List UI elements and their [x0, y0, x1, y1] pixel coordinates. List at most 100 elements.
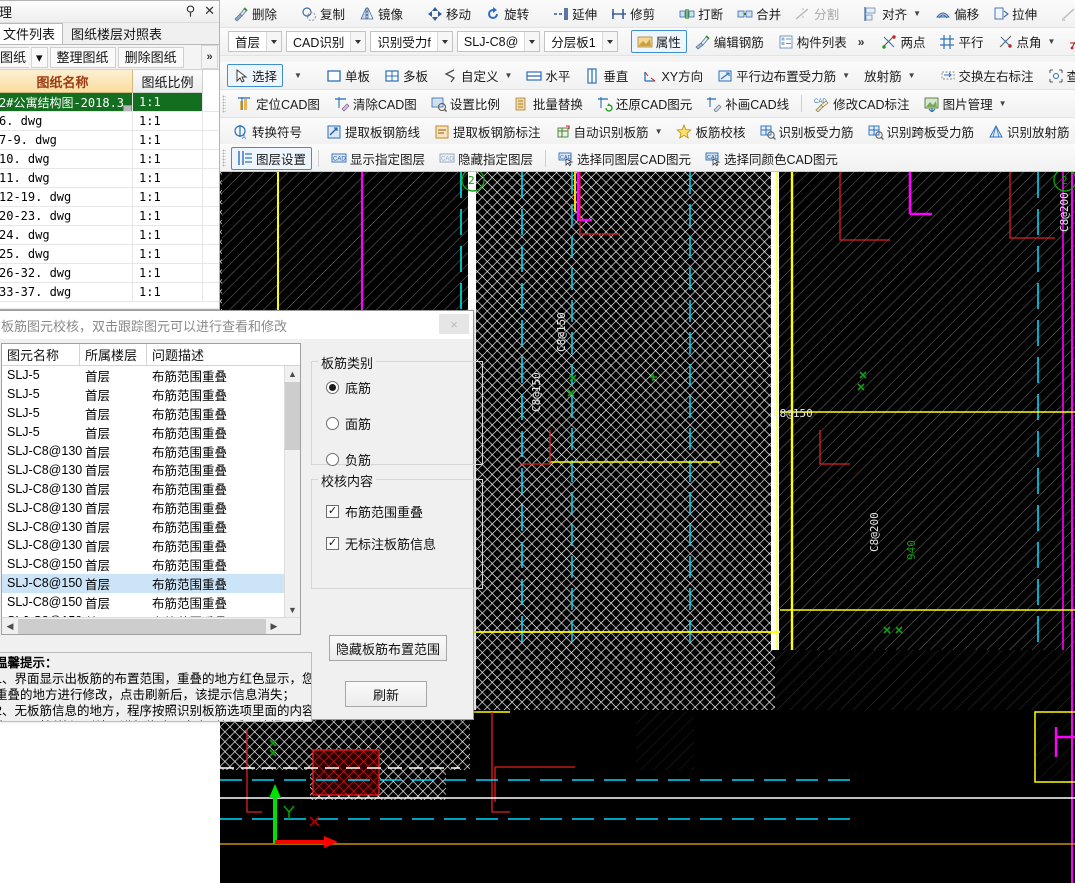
parallel-edge-rebar-button[interactable]: 平行边布置受力筋 ▼ — [711, 64, 856, 87]
component-select[interactable]: SLJ-C8@ — [456, 31, 541, 52]
set-grip-point-button[interactable]: 设置夹点 — [1055, 2, 1075, 25]
view-rebar-button[interactable]: 查看布筋 ▼ — [1042, 64, 1075, 87]
chevron-down-icon[interactable] — [266, 32, 282, 51]
radio-bottom-rebar[interactable]: 底筋 — [326, 378, 482, 397]
close-icon[interactable]: ✕ — [204, 3, 215, 19]
convert-symbol-button[interactable]: A 转换符号 — [227, 120, 308, 143]
break-button[interactable]: 打断 — [673, 2, 729, 25]
scrollbar-thumb[interactable] — [18, 618, 266, 634]
clear-cad-button[interactable]: 清除CAD图 — [328, 92, 423, 115]
close-icon[interactable]: × — [439, 314, 469, 334]
extract-rebar-line-button[interactable]: 提取板钢筋线 — [320, 120, 426, 143]
chevron-down-icon[interactable] — [601, 32, 617, 51]
issue-listview[interactable]: 图元名称 所属楼层 问题描述 SLJ-5 首层 布筋范围重叠 SLJ-5 首层 布筋范围重… — [1, 343, 301, 635]
tab-drawing-floor-table[interactable]: 图纸楼层对照表 — [63, 23, 170, 44]
refresh-button[interactable]: 刷新 — [345, 681, 427, 707]
issue-list-row[interactable]: SLJ-5 首层 布筋范围重叠 — [2, 423, 300, 442]
parallel-button[interactable]: 平行 — [933, 30, 989, 53]
listview-vertical-scrollbar[interactable]: ▲ ▼ — [284, 366, 300, 618]
issue-list-row[interactable]: SLJ-5 首层 布筋范围重叠 — [2, 366, 300, 385]
scroll-right-icon[interactable]: ▶ — [266, 621, 282, 632]
stretch-button[interactable]: 拉伸 — [987, 2, 1043, 25]
xy-direction-button[interactable]: XY方向 — [636, 64, 709, 87]
drawing-list-row[interactable]: 7-9. dwg 1:1 — [0, 131, 219, 150]
issue-list-row[interactable]: SLJ-C8@130 首层 布筋范围重叠 — [2, 442, 300, 461]
toolbar-overflow-button[interactable]: » — [854, 35, 869, 49]
delete-drawing-button[interactable]: 删除图纸 — [117, 46, 184, 68]
select-same-color-button[interactable]: CAD 选择同颜色CAD图元 — [699, 147, 844, 170]
single-slab-button[interactable]: 单板 — [320, 64, 376, 87]
issue-list-row[interactable]: SLJ-C8@130 首层 布筋范围重叠 — [2, 498, 300, 517]
column-header-floor[interactable]: 所属楼层 — [80, 344, 147, 365]
recognize-rebar-select[interactable]: 识别受力f — [370, 31, 453, 52]
drawing-list-row[interactable]: 6. dwg 1:1 — [0, 112, 219, 131]
rebar-check-button[interactable]: 板筋校核 — [670, 120, 751, 143]
layer-settings-button[interactable]: 图层设置 — [231, 146, 313, 170]
drawing-list-row[interactable]: 10. dwg 1:1 — [0, 150, 219, 169]
radial-rebar-button[interactable]: 放射筋 ▼ — [858, 64, 921, 87]
edit-cad-dim-button[interactable]: CAD 修改CAD标注 — [808, 92, 915, 115]
issue-list-row[interactable]: SLJ-C8@130 首层 布筋范围重叠 — [2, 517, 300, 536]
image-manager-button[interactable]: 图片管理 ▼ — [918, 92, 1013, 115]
radio-negative-rebar[interactable]: 负筋 — [326, 450, 482, 469]
column-header-name[interactable]: 图纸名称 — [0, 70, 133, 93]
recognize-radial-rebar-button[interactable]: 识别放射筋 ▼ — [982, 120, 1075, 143]
toolbar-grip[interactable] — [222, 149, 226, 167]
locate-cad-button[interactable]: 定位CAD图 — [231, 92, 326, 115]
hide-rebar-range-button[interactable]: 隐藏板筋布置范围 — [329, 635, 447, 661]
column-header-scale[interactable]: 图纸比例 — [133, 70, 203, 93]
align-button[interactable]: 对齐 ▼ — [857, 2, 927, 25]
toolbar-overflow-button[interactable]: » — [201, 45, 218, 69]
show-layer-button[interactable]: CAD 显示指定图层 — [325, 147, 431, 170]
trim-button[interactable]: 修剪 — [605, 2, 661, 25]
pin-icon[interactable]: ⚲ — [186, 3, 196, 19]
restore-cad-button[interactable]: 还原CAD图元 — [591, 92, 698, 115]
floor-select[interactable]: 首层 — [228, 31, 283, 52]
organize-drawing-button[interactable]: 整理图纸 — [49, 46, 116, 68]
scrollbar-thumb[interactable] — [285, 382, 300, 450]
copy-button[interactable]: 复制 — [295, 2, 351, 25]
rotate-button[interactable]: 旋转 — [479, 2, 535, 25]
edit-rebar-button[interactable]: 编辑钢筋 — [689, 30, 770, 53]
scroll-down-icon[interactable]: ▼ — [285, 602, 300, 618]
mirror-button[interactable]: 镜像 — [353, 2, 409, 25]
multi-slab-button[interactable]: 多板 — [378, 64, 434, 87]
issue-list-row[interactable]: SLJ-C8@150首层 布筋范围重叠 — [2, 555, 300, 574]
issue-list-row[interactable]: SLJ-C8@130 首层 布筋范围重叠 — [2, 460, 300, 479]
merge-button[interactable]: 合并 — [731, 2, 787, 25]
listview-horizontal-scrollbar[interactable]: ◀ ▶ — [2, 617, 300, 634]
extend-button[interactable]: 延伸 — [547, 2, 603, 25]
radio-top-rebar[interactable]: 面筋 — [326, 414, 482, 433]
issue-list-row[interactable]: SLJ-5 首层 布筋范围重叠 — [2, 404, 300, 423]
split-button[interactable]: 分割 — [789, 2, 845, 25]
horizontal-button[interactable]: 水平 — [520, 64, 576, 87]
issue-list-row[interactable]: SLJ-C8@130 首层 布筋范围重叠 — [2, 536, 300, 555]
chevron-down-icon[interactable] — [524, 32, 540, 51]
drawing-list-row[interactable]: 20-23. dwg 1:1 — [0, 207, 219, 226]
chevron-down-icon[interactable] — [350, 32, 366, 51]
recognize-slab-rebar-button[interactable]: 识别板受力筋 — [754, 120, 860, 143]
drawing-list-row[interactable]: 26-32. dwg 1:1 — [0, 264, 219, 283]
drawing-list-row[interactable]: 2#公寓结构图-2018.3.0 1:1 — [0, 93, 219, 112]
issue-list-row[interactable]: SLJ-5 首层 布筋范围重叠 — [2, 385, 300, 404]
extract-rebar-label-button[interactable]: 提取板钢筋标注 — [428, 120, 547, 143]
add-drawing-button[interactable]: 图纸 — [0, 46, 30, 68]
column-header-issue[interactable]: 问题描述 — [147, 344, 287, 365]
component-list-button[interactable]: 构件列表 — [772, 30, 853, 53]
scroll-up-icon[interactable]: ▲ — [285, 366, 300, 382]
hide-layer-button[interactable]: CAD 隐藏指定图层 — [433, 147, 539, 170]
point-angle-button[interactable]: 点角 ▼ — [992, 30, 1062, 53]
custom-button[interactable]: 自定义 ▼ — [436, 64, 518, 87]
layer-slab-select[interactable]: 分层板1 — [544, 31, 618, 52]
vertical-button[interactable]: 垂直 — [578, 64, 634, 87]
issue-list-row[interactable]: SLJ-C8@150首层 布筋范围重叠 — [2, 593, 300, 612]
drawing-list-row[interactable]: 25. dwg 1:1 — [0, 245, 219, 264]
select-dropdown-button[interactable]: ▼ — [285, 64, 308, 87]
checkbox-no-annotation[interactable]: ✓ 无标注板筋信息 — [326, 534, 482, 553]
issue-list-row[interactable]: SLJ-C8@130 首层 布筋范围重叠 — [2, 479, 300, 498]
offset-button[interactable]: 偏移 — [929, 2, 985, 25]
drawing-list-row[interactable]: 11. dwg 1:1 — [0, 169, 219, 188]
auto-recognize-rebar-button[interactable]: 自动识别板筋 ▼ — [549, 120, 669, 143]
recognize-cross-slab-rebar-button[interactable]: 识别跨板受力筋 — [862, 120, 981, 143]
three-point-axis-button[interactable]: 三点辅轴 — [1063, 30, 1075, 53]
